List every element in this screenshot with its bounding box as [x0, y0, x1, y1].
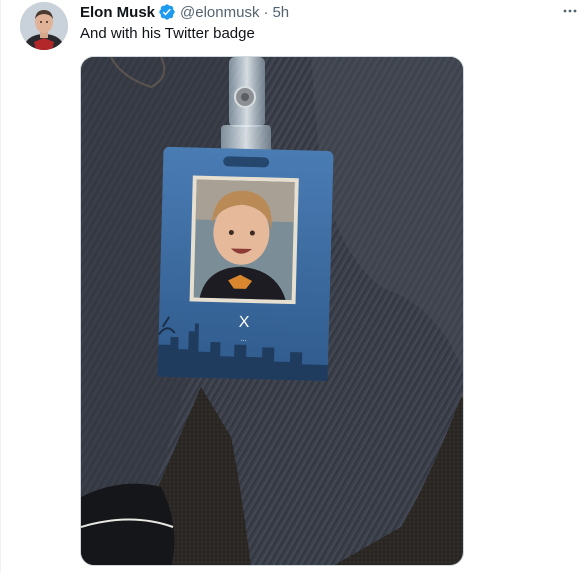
tweet-text: And with his Twitter badge: [80, 25, 255, 42]
tweet-photo[interactable]: X ...: [80, 56, 464, 566]
more-dots-icon[interactable]: [560, 2, 580, 20]
author-handle[interactable]: @elonmusk: [180, 4, 259, 21]
tweet-header: Elon Musk @elonmusk · 5h: [80, 2, 289, 22]
author-name[interactable]: Elon Musk: [80, 4, 155, 21]
photo-image: X ...: [81, 57, 463, 565]
timestamp[interactable]: 5h: [272, 4, 289, 21]
verified-badge-icon: [158, 3, 176, 21]
separator-dot: ·: [263, 3, 269, 21]
tweet[interactable]: Elon Musk @elonmusk · 5h And with his Tw…: [0, 0, 584, 572]
avatar-image: [20, 2, 68, 50]
badge-letter: X: [238, 314, 249, 331]
avatar[interactable]: [20, 2, 68, 50]
timeline-border: [0, 0, 1, 572]
badge-dots: ...: [240, 334, 247, 343]
